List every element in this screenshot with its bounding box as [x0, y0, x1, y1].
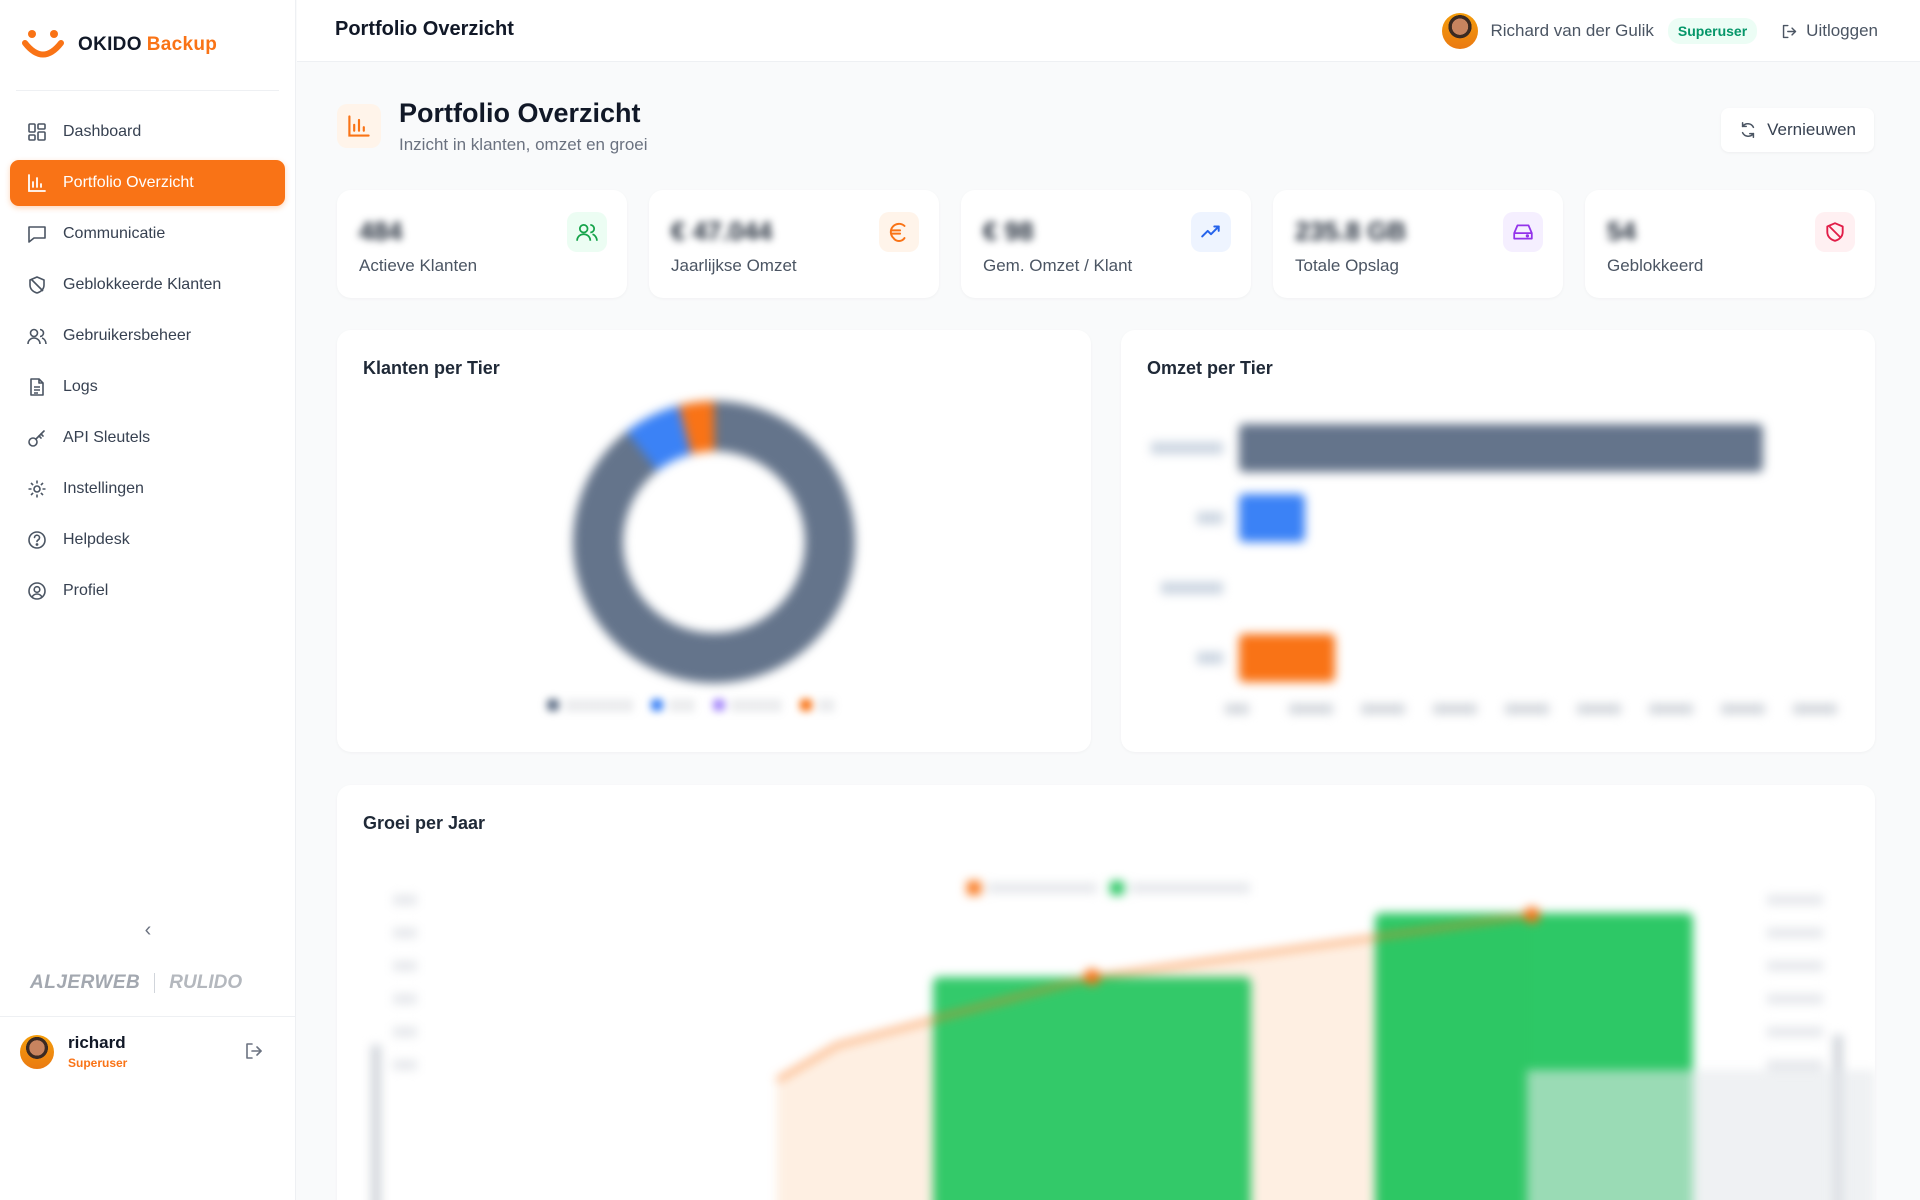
euro-icon [879, 212, 919, 252]
aljerweb-logo: ALJERWEB [30, 972, 141, 993]
stat-value: 54 [1607, 216, 1636, 246]
legend-item: ░░ [799, 698, 835, 712]
divider [154, 973, 156, 993]
sidebar-item-label: Gebruikersbeheer [63, 327, 192, 344]
stat-label: Geblokkeerd [1607, 256, 1704, 275]
sidebar-item-helpdesk[interactable]: Helpdesk [10, 517, 285, 563]
user-name: richard [68, 1033, 126, 1052]
stat-cards: 484 Actieve Klanten € 47.044 Jaarlijkse … [337, 190, 1875, 298]
stat-label: Gem. Omzet / Klant [983, 256, 1133, 275]
stat-card-actieve-klanten: 484 Actieve Klanten [337, 190, 627, 298]
sidebar-item-gebruikersbeheer[interactable]: Gebruikersbeheer [10, 313, 285, 359]
brand[interactable]: OKIDO Backup [0, 0, 295, 90]
refresh-button[interactable]: Vernieuwen [1721, 108, 1874, 152]
chart-legend: ░░░░░░░░ ░░░ ░░░░░░ ░░ [547, 698, 835, 712]
sidebar-item-geblokkeerde-klanten[interactable]: Geblokkeerde Klanten [10, 262, 285, 308]
avatar[interactable] [20, 1034, 54, 1069]
stat-card-jaarlijkse-omzet: € 47.044 Jaarlijkse Omzet [649, 190, 939, 298]
bar-chart-icon [337, 104, 381, 148]
refresh-icon [1741, 122, 1755, 138]
key-icon [26, 427, 48, 449]
stat-value: 484 [359, 216, 403, 246]
sidebar-item-label: API Sleutels [63, 429, 151, 446]
sidebar-item-profiel[interactable]: Profiel [10, 568, 285, 614]
smiley-logo-icon [22, 28, 64, 62]
gear-icon [26, 478, 48, 500]
sidebar-item-label: Portfolio Overzicht [63, 174, 194, 191]
stat-card-gem-omzet: € 98 Gem. Omzet / Klant [961, 190, 1251, 298]
page-title: Portfolio Overzicht [335, 18, 514, 40]
user-name: Richard van der Gulik [1490, 21, 1654, 40]
logout-icon [1782, 24, 1797, 38]
top-user: Richard van der Gulik Superuser Uitlogge… [1442, 13, 1878, 49]
document-icon [26, 376, 48, 398]
chart-card-groei-per-jaar: Groei per Jaar [337, 785, 1875, 1200]
sidebar-item-portfolio[interactable]: Portfolio Overzicht [10, 160, 285, 206]
sidebar-item-label: Dashboard [63, 123, 142, 140]
combo-chart [371, 881, 1875, 1200]
stat-card-totale-opslag: 235.8 GB Totale Opslag [1273, 190, 1563, 298]
logout-icon[interactable] [244, 1041, 264, 1066]
role-badge: Superuser [1667, 18, 1758, 44]
sidebar-item-label: Communicatie [63, 225, 166, 242]
logout-label: Uitloggen [1806, 21, 1878, 40]
refresh-label: Vernieuwen [1767, 120, 1856, 139]
avatar[interactable] [1442, 13, 1479, 49]
page-subtitle: Inzicht in klanten, omzet en groei [399, 135, 648, 154]
chat-icon [26, 223, 48, 245]
user-circle-icon [26, 580, 48, 602]
sidebar-user: richard Superuser [0, 1016, 296, 1086]
topbar: Portfolio Overzicht Richard van der Guli… [297, 0, 1920, 62]
help-circle-icon [26, 529, 48, 551]
chart-card-klanten-per-tier: Klanten per Tier ░░░░░░░░ ░░░ ░░░░░░ ░░ [337, 330, 1091, 752]
sidebar-item-instellingen[interactable]: Instellingen [10, 466, 285, 512]
user-role: Superuser [68, 1056, 128, 1070]
page-header: Portfolio Overzicht Inzicht in klanten, … [337, 98, 648, 155]
legend-item: ░░░ [651, 698, 695, 712]
chart-card-omzet-per-tier: Omzet per Tier [1121, 330, 1875, 752]
users-icon [26, 325, 48, 347]
sidebar-item-label: Geblokkeerde Klanten [63, 276, 222, 293]
sidebar: OKIDO Backup Dashboard Portfolio Overzich… [0, 0, 296, 1200]
stat-label: Actieve Klanten [359, 256, 478, 275]
hard-drive-icon [1503, 212, 1543, 252]
stat-label: Totale Opslag [1295, 256, 1399, 275]
trending-up-icon [1191, 212, 1231, 252]
sidebar-item-dashboard[interactable]: Dashboard [10, 109, 285, 155]
shield-off-icon [26, 274, 48, 296]
sidebar-item-logs[interactable]: Logs [10, 364, 285, 410]
stat-value: 235.8 GB [1295, 216, 1407, 246]
legend-item: ░░░░░░ [712, 698, 782, 712]
chevron-left-icon[interactable]: ‹ [136, 918, 160, 942]
stat-label: Jaarlijkse Omzet [671, 256, 797, 275]
users-icon [567, 212, 607, 252]
sidebar-item-label: Logs [63, 378, 98, 395]
logout-button[interactable]: Uitloggen [1781, 21, 1878, 41]
stat-card-geblokkeerd: 54 Geblokkeerd [1585, 190, 1875, 298]
bar-chart [1151, 424, 1837, 714]
donut-chart [573, 401, 855, 683]
partner-logos: ALJERWEB RULIDO [30, 972, 242, 994]
sidebar-nav: Dashboard Portfolio Overzicht Communicat… [0, 91, 295, 614]
sidebar-item-api-sleutels[interactable]: API Sleutels [10, 415, 285, 461]
dashboard-grid-icon [26, 121, 48, 143]
shield-off-icon [1815, 212, 1855, 252]
rulido-logo: RULIDO [169, 972, 243, 993]
sidebar-item-label: Profiel [63, 582, 109, 599]
sidebar-item-communicatie[interactable]: Communicatie [10, 211, 285, 257]
bar-chart-icon [26, 172, 48, 194]
legend-item: ░░░░░░░░ [547, 698, 633, 712]
page-heading: Portfolio Overzicht [399, 98, 641, 128]
stat-value: € 47.044 [671, 216, 773, 246]
sidebar-item-label: Helpdesk [63, 531, 130, 548]
user-info: richard Superuser [68, 1033, 127, 1070]
brand-name: OKIDO Backup [78, 34, 218, 55]
stat-value: € 98 [983, 216, 1034, 246]
sidebar-item-label: Instellingen [63, 480, 144, 497]
